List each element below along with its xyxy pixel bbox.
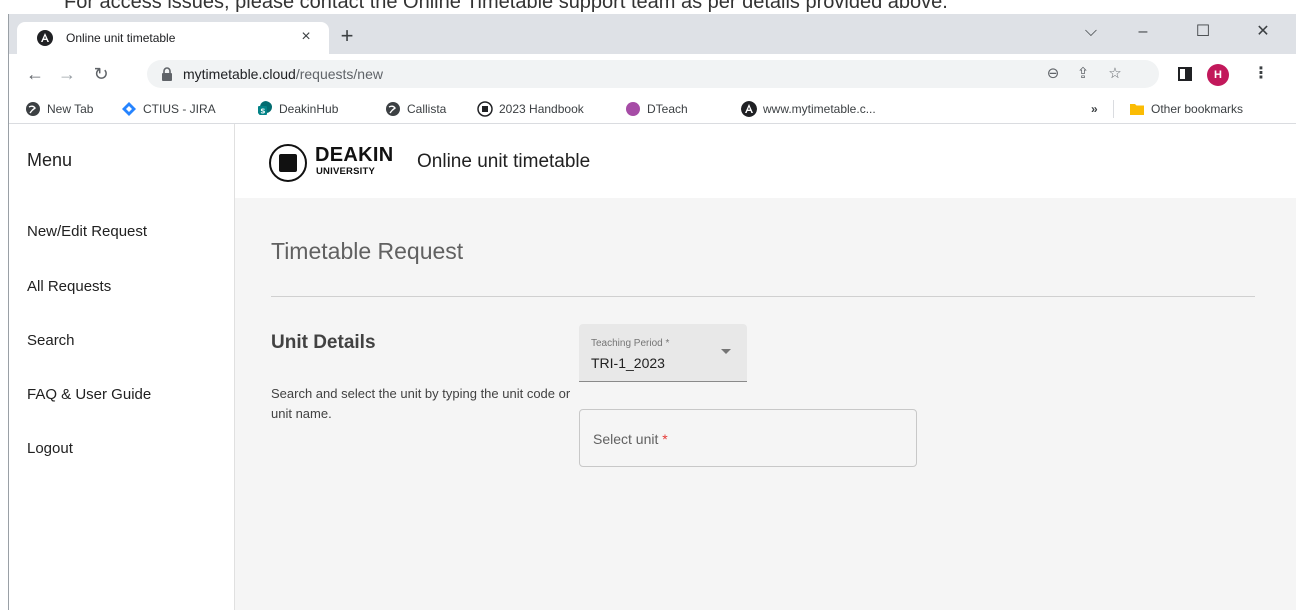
close-window-icon[interactable]: ✕ bbox=[1241, 18, 1285, 46]
bookmarks-bar: New Tab CTIUS - JIRA S DeakinHub Callist… bbox=[9, 94, 1296, 124]
bookmark-deakinhub[interactable]: S DeakinHub bbox=[257, 100, 338, 118]
teaching-period-select[interactable]: Teaching Period * TRI-1_2023 bbox=[579, 324, 747, 382]
zoom-icon[interactable]: ⊖ bbox=[1043, 64, 1063, 84]
chevron-down-icon bbox=[721, 349, 731, 354]
globe-icon bbox=[26, 102, 40, 116]
jira-icon bbox=[122, 102, 136, 116]
url-text: mytimetable.cloud/requests/new bbox=[183, 66, 383, 82]
address-bar[interactable]: mytimetable.cloud/requests/new ⊖ ⇪ ☆ bbox=[147, 60, 1159, 88]
bookmarks-divider bbox=[1113, 100, 1114, 118]
share-icon[interactable]: ⇪ bbox=[1073, 64, 1093, 84]
document-text: For access issues, please contact the On… bbox=[64, 0, 948, 13]
folder-icon bbox=[1130, 104, 1144, 115]
deakin-logo-icon bbox=[269, 144, 307, 182]
teaching-period-label: Teaching Period * bbox=[591, 338, 670, 349]
document-text-strip: For access issues, please contact the On… bbox=[0, 0, 1296, 14]
bookmark-label: DTeach bbox=[647, 102, 688, 116]
bookmark-other-bookmarks[interactable]: Other bookmarks bbox=[1129, 100, 1243, 118]
bookmark-label: Other bookmarks bbox=[1151, 102, 1244, 116]
select-unit-placeholder: Select unit * bbox=[593, 431, 668, 447]
select-unit-input[interactable]: Select unit * bbox=[579, 409, 917, 467]
angular-icon bbox=[37, 30, 53, 46]
bookmark-label: Callista bbox=[407, 102, 447, 116]
dteach-icon bbox=[626, 102, 640, 116]
bookmark-label: DeakinHub bbox=[279, 102, 339, 116]
required-marker: * bbox=[662, 431, 668, 447]
browser-menu-icon[interactable]: ⋮ bbox=[1249, 62, 1273, 86]
lock-icon bbox=[162, 67, 172, 81]
url-path: /requests/new bbox=[295, 66, 383, 82]
sidebar-item-new-edit-request[interactable]: New/Edit Request bbox=[27, 223, 147, 240]
section-description: Search and select the unit by typing the… bbox=[271, 386, 571, 421]
minimize-icon[interactable]: – bbox=[1121, 18, 1165, 46]
deakin-icon bbox=[477, 101, 493, 117]
url-domain: mytimetable.cloud bbox=[183, 66, 296, 82]
menu-title: Menu bbox=[27, 150, 73, 170]
maximize-icon[interactable]: ☐ bbox=[1181, 18, 1225, 46]
reload-icon[interactable]: ↻ bbox=[89, 62, 113, 86]
bookmark-label: New Tab bbox=[47, 102, 94, 116]
tab-bar: Online unit timetable × + ⌵ – ☐ ✕ bbox=[9, 14, 1296, 54]
logo-wordmark: DEAKIN bbox=[315, 144, 394, 166]
main-content: Timetable Request Unit Details Search an… bbox=[235, 198, 1296, 610]
bookmark-new-tab[interactable]: New Tab bbox=[25, 100, 93, 118]
sidebar-item-all-requests[interactable]: All Requests bbox=[27, 278, 111, 295]
logo-subtext: UNIVERSITY bbox=[316, 166, 376, 177]
tab-search-icon[interactable]: ⌵ bbox=[1069, 18, 1113, 46]
sidebar-menu: Menu New/Edit Request All Requests Searc… bbox=[9, 124, 235, 610]
app-header: DEAKIN UNIVERSITY Online unit timetable bbox=[235, 124, 1296, 198]
sidebar-item-logout[interactable]: Logout bbox=[27, 440, 73, 457]
star-icon[interactable]: ☆ bbox=[1105, 64, 1125, 84]
forward-arrow-icon[interactable]: → bbox=[55, 62, 79, 86]
section-title: Unit Details bbox=[271, 332, 376, 353]
svg-text:S: S bbox=[260, 107, 265, 115]
placeholder-text: Select unit bbox=[593, 431, 659, 447]
bookmark-2023-handbook[interactable]: 2023 Handbook bbox=[477, 100, 584, 118]
bookmark-label: 2023 Handbook bbox=[499, 102, 584, 116]
web-page: Menu New/Edit Request All Requests Searc… bbox=[9, 124, 1296, 610]
browser-toolbar: ← → ↻ mytimetable.cloud/requests/new ⊖ ⇪… bbox=[9, 54, 1296, 94]
bookmarks-overflow-button[interactable]: » bbox=[1091, 100, 1098, 118]
new-tab-button[interactable]: + bbox=[335, 25, 359, 47]
title-divider bbox=[271, 296, 1255, 297]
tab-close-icon[interactable]: × bbox=[297, 28, 315, 46]
page-title: Timetable Request bbox=[271, 238, 464, 264]
teaching-period-value: TRI-1_2023 bbox=[591, 355, 665, 371]
tab-title: Online unit timetable bbox=[66, 31, 176, 45]
browser-window: Online unit timetable × + ⌵ – ☐ ✕ ← → ↻ … bbox=[8, 14, 1296, 610]
sidebar-item-faq-user-guide[interactable]: FAQ & User Guide bbox=[27, 386, 151, 403]
bookmark-callista[interactable]: Callista bbox=[385, 100, 446, 118]
chevron-double-right-icon: » bbox=[1091, 102, 1098, 116]
bookmark-dteach[interactable]: DTeach bbox=[625, 100, 688, 118]
bookmark-label: CTIUS - JIRA bbox=[143, 102, 216, 116]
app-title: Online unit timetable bbox=[417, 151, 591, 172]
side-panel-icon[interactable] bbox=[1173, 62, 1197, 86]
profile-avatar[interactable]: H bbox=[1207, 64, 1229, 86]
angular-icon bbox=[741, 101, 757, 117]
back-arrow-icon[interactable]: ← bbox=[23, 62, 47, 86]
globe-icon bbox=[386, 102, 400, 116]
sharepoint-icon: S bbox=[258, 101, 272, 115]
bookmark-mytimetable[interactable]: www.mytimetable.c... bbox=[741, 100, 876, 118]
browser-tab[interactable]: Online unit timetable × bbox=[17, 22, 329, 54]
sidebar-item-search[interactable]: Search bbox=[27, 332, 75, 349]
bookmark-label: www.mytimetable.c... bbox=[763, 102, 876, 116]
bookmark-ctius-jira[interactable]: CTIUS - JIRA bbox=[121, 100, 216, 118]
